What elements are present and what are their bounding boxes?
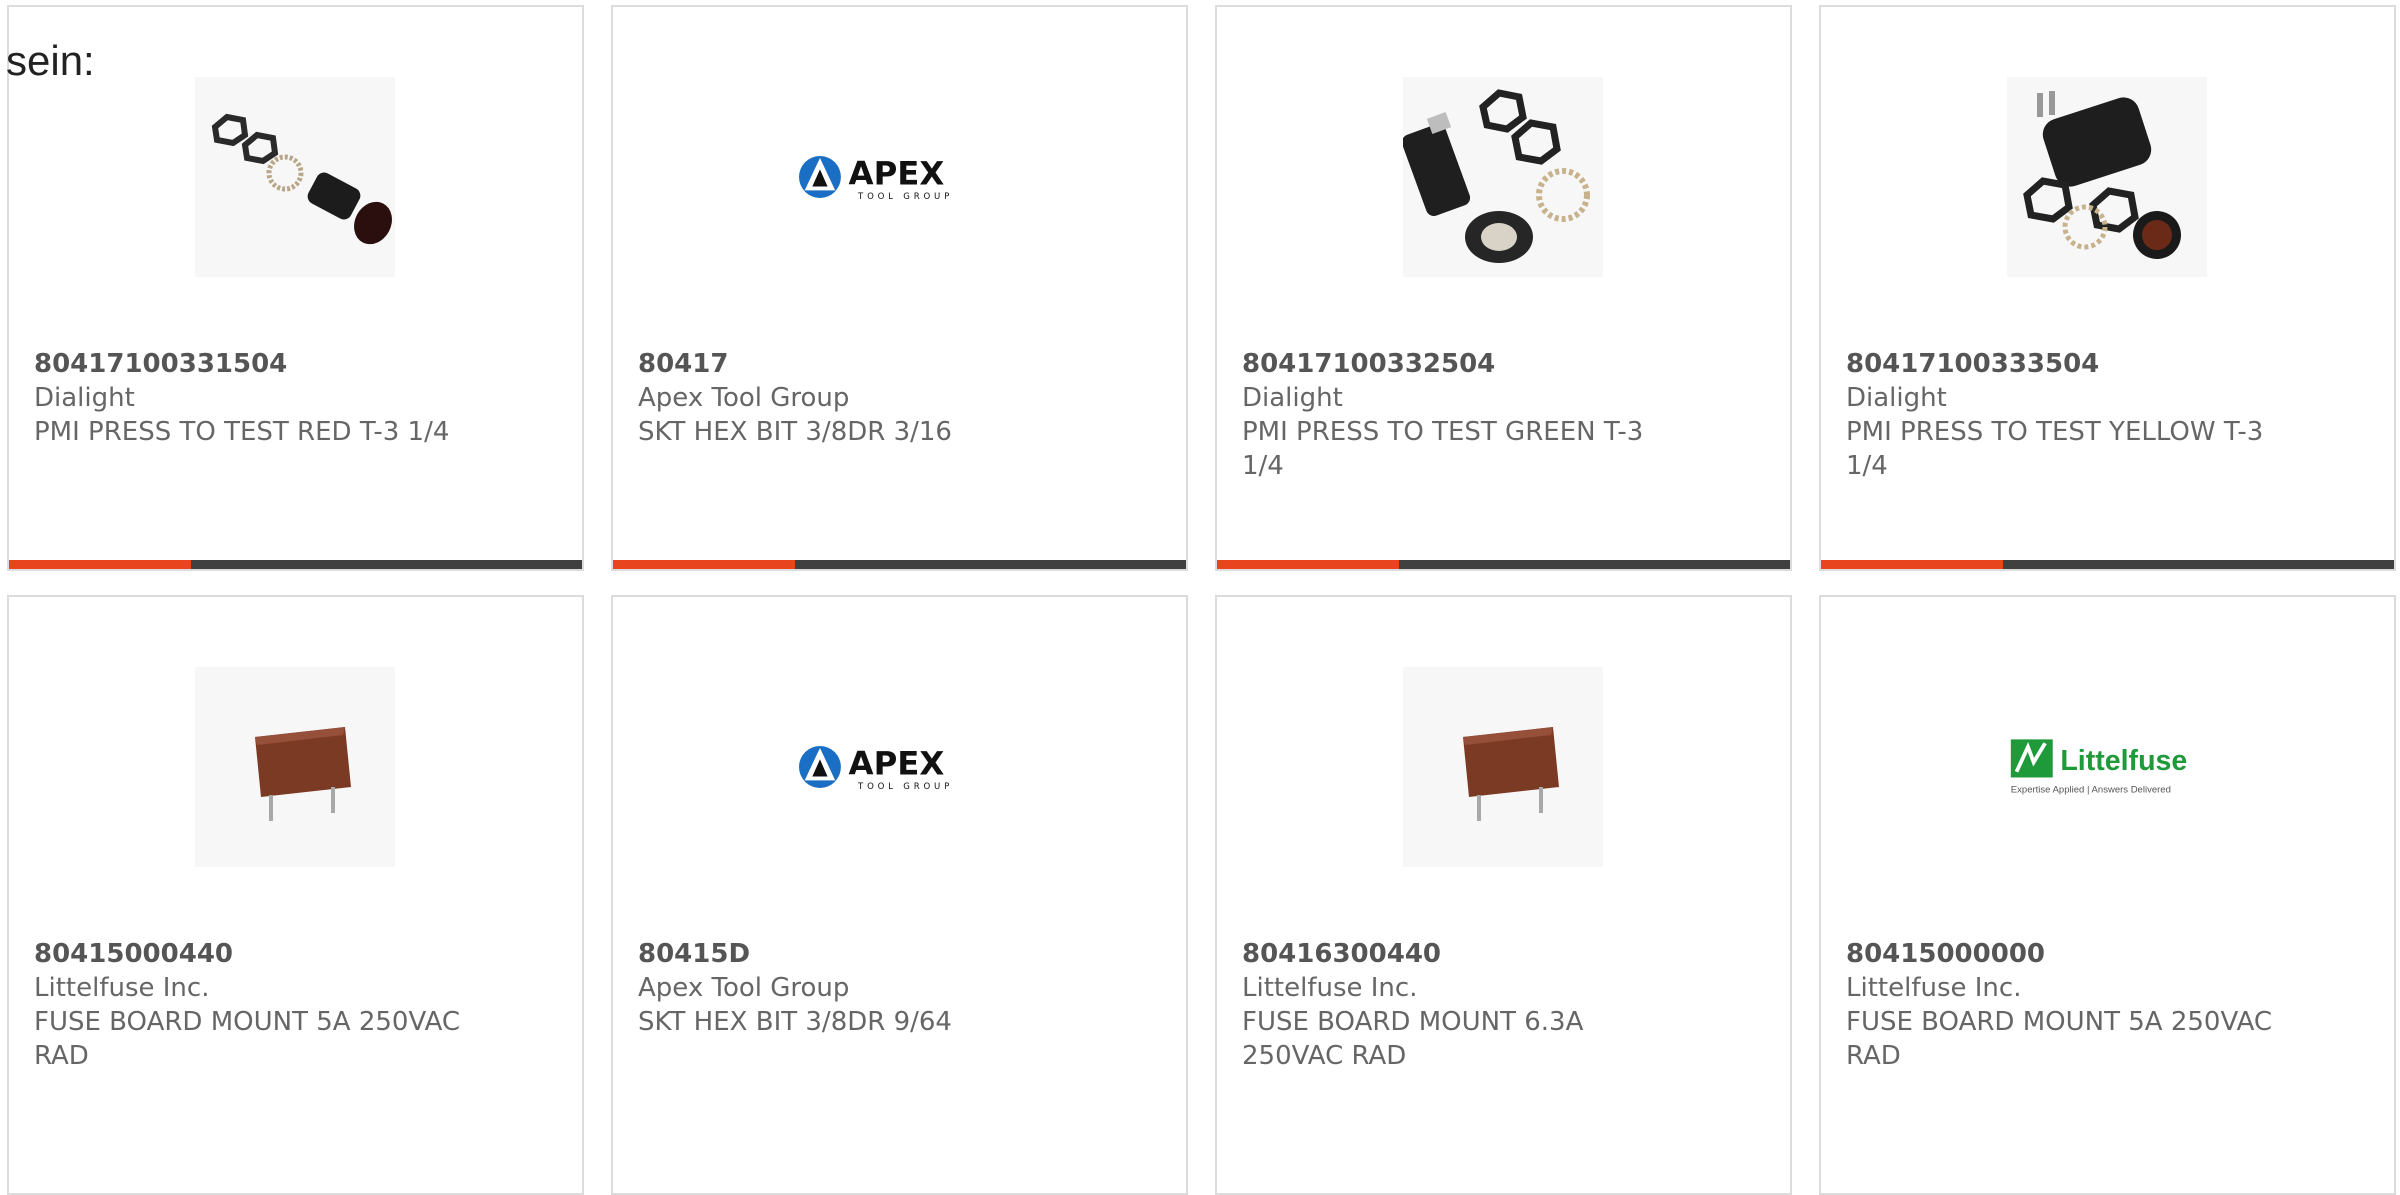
product-card[interactable]: 80416300440 Littelfuse Inc. FUSE BOARD M… (1215, 595, 1792, 1195)
description: SKT HEX BIT 3/8DR 9/64 (638, 1007, 952, 1037)
product-info: 80415000440 Littelfuse Inc. FUSE BOARD M… (34, 937, 494, 1073)
description: PMI PRESS TO TEST GREEN T-3 1/4 (1242, 417, 1644, 481)
product-card[interactable]: 80415000440 Littelfuse Inc. FUSE BOARD M… (7, 595, 584, 1195)
product-card[interactable]: 80417100332504 Dialight PMI PRESS TO TES… (1215, 5, 1792, 571)
part-number: 80417 (638, 349, 729, 379)
part-number: 80415000000 (1846, 939, 2045, 969)
card-bar (9, 560, 582, 569)
manufacturer: Littelfuse Inc. (1242, 973, 1418, 1003)
part-number: 80417100332504 (1242, 349, 1496, 379)
part-number: 80417100333504 (1846, 349, 2100, 379)
description: FUSE BOARD MOUNT 5A 250VAC RAD (1846, 1007, 2273, 1071)
manufacturer: Dialight (1242, 383, 1343, 413)
apex-logo-sub: TOOL GROUP (857, 192, 953, 202)
intro-text: sein: (6, 37, 95, 84)
apex-logo-text: APEX (849, 745, 945, 783)
board-fuse-icon (1403, 667, 1603, 867)
product-info: 80417100332504 Dialight PMI PRESS TO TES… (1242, 347, 1702, 483)
description: FUSE BOARD MOUNT 5A 250VAC RAD (34, 1007, 461, 1071)
apex-logo-icon: APEX TOOL GROUP (799, 667, 999, 867)
fuse-holder-kit-icon (2007, 77, 2207, 277)
product-card[interactable]: Littelfuse Expertise Applied | Answers D… (1819, 595, 2396, 1195)
apex-logo-text: APEX (849, 155, 945, 193)
fuse-holder-kit-icon (1403, 77, 1603, 277)
product-card[interactable]: 80417100333504 Dialight PMI PRESS TO TES… (1819, 5, 2396, 571)
product-info: 80415000000 Littelfuse Inc. FUSE BOARD M… (1846, 937, 2306, 1073)
product-card[interactable]: APEX TOOL GROUP 80417 Apex Tool Group SK… (611, 5, 1188, 571)
manufacturer: Littelfuse Inc. (34, 973, 210, 1003)
description: SKT HEX BIT 3/8DR 3/16 (638, 417, 952, 447)
card-bar-accent (1217, 560, 1399, 569)
description: FUSE BOARD MOUNT 6.3A 250VAC RAD (1242, 1007, 1584, 1071)
fuse-holder-kit-icon (195, 77, 395, 277)
product-info: 80417100331504 Dialight PMI PRESS TO TES… (34, 347, 494, 449)
littelfuse-logo-text: Littelfuse (2060, 745, 2187, 777)
product-info: 80416300440 Littelfuse Inc. FUSE BOARD M… (1242, 937, 1702, 1073)
part-number: 80416300440 (1242, 939, 1441, 969)
apex-logo-icon: APEX TOOL GROUP (799, 77, 999, 277)
apex-logo-sub: TOOL GROUP (857, 782, 953, 792)
description: PMI PRESS TO TEST RED T-3 1/4 (34, 417, 450, 447)
littelfuse-logo-sub: Expertise Applied | Answers Delivered (2011, 785, 2171, 796)
manufacturer: Littelfuse Inc. (1846, 973, 2022, 1003)
manufacturer: Dialight (34, 383, 135, 413)
manufacturer: Apex Tool Group (638, 383, 850, 413)
part-number: 80415000440 (34, 939, 233, 969)
board-fuse-icon (195, 667, 395, 867)
part-number: 80417100331504 (34, 349, 288, 379)
card-bar-accent (613, 560, 795, 569)
card-bar (1217, 560, 1790, 569)
card-bar-accent (9, 560, 191, 569)
littelfuse-logo-icon: Littelfuse Expertise Applied | Answers D… (2007, 667, 2207, 867)
manufacturer: Apex Tool Group (638, 973, 850, 1003)
card-bar (1821, 560, 2394, 569)
product-grid: 80417100331504 Dialight PMI PRESS TO TES… (7, 5, 2400, 1195)
part-number: 80415D (638, 939, 751, 969)
card-bar (613, 560, 1186, 569)
description: PMI PRESS TO TEST YELLOW T-3 1/4 (1846, 417, 2264, 481)
product-info: 80415D Apex Tool Group SKT HEX BIT 3/8DR… (638, 937, 1098, 1039)
manufacturer: Dialight (1846, 383, 1947, 413)
product-card[interactable]: 80417100331504 Dialight PMI PRESS TO TES… (7, 5, 584, 571)
product-info: 80417 Apex Tool Group SKT HEX BIT 3/8DR … (638, 347, 1098, 449)
product-card[interactable]: APEX TOOL GROUP 80415D Apex Tool Group S… (611, 595, 1188, 1195)
product-info: 80417100333504 Dialight PMI PRESS TO TES… (1846, 347, 2306, 483)
card-bar-accent (1821, 560, 2003, 569)
